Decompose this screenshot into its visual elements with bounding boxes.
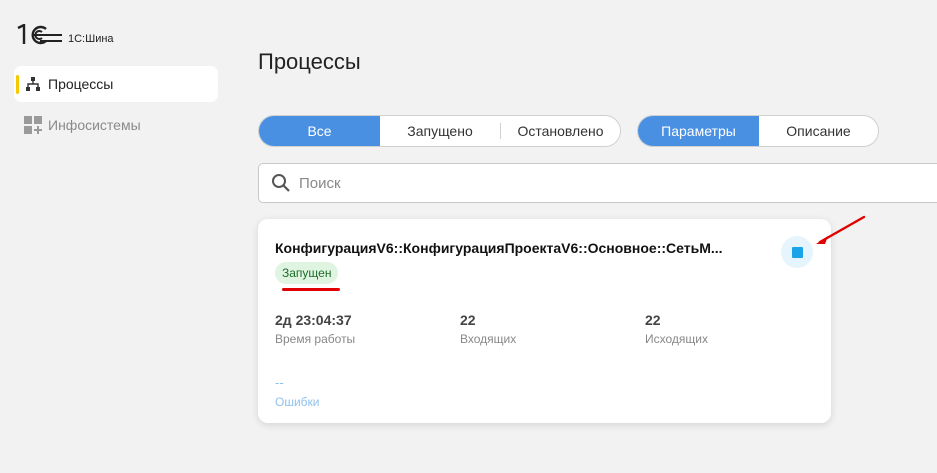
search-box	[258, 163, 937, 203]
process-title: КонфигурацияV6::КонфигурацияПроектаV6::О…	[275, 240, 723, 256]
hierarchy-icon	[22, 73, 44, 95]
grid-plus-icon	[22, 114, 44, 136]
search-input[interactable]	[299, 174, 937, 192]
incoming-value: 22	[460, 312, 476, 328]
outgoing-label: Исходящих	[645, 332, 708, 346]
process-card[interactable]: КонфигурацияV6::КонфигурацияПроектаV6::О…	[258, 219, 831, 423]
sidebar-item-infosystems[interactable]: Инфосистемы	[14, 107, 218, 143]
app-logo: 1С:Шина	[16, 24, 114, 46]
uptime-value: 2д 23:04:37	[275, 312, 352, 328]
1c-logo-icon	[17, 24, 62, 45]
incoming-label: Входящих	[460, 332, 517, 346]
uptime-metric: 2д 23:04:37 Время работы	[275, 312, 355, 346]
sidebar-item-label: Процессы	[48, 76, 114, 92]
uptime-label: Время работы	[275, 332, 356, 346]
outgoing-metric: 22 Исходящих	[645, 312, 708, 346]
filter-running-button[interactable]: Запущено	[380, 116, 500, 146]
tab-description[interactable]: Описание	[759, 116, 878, 146]
annotation-underline	[282, 288, 340, 291]
search-icon	[272, 174, 290, 192]
filter-all-button[interactable]: Все	[259, 116, 380, 146]
sidebar-item-label: Инфосистемы	[48, 117, 141, 133]
page-title: Процессы	[258, 49, 361, 74]
errors-metric[interactable]: -- Ошибки	[275, 375, 320, 409]
stop-icon	[791, 246, 803, 258]
logo-text: 1С:Шина	[68, 33, 114, 45]
sidebar-item-processes[interactable]: Процессы	[14, 66, 218, 102]
outgoing-value: 22	[645, 312, 661, 328]
errors-value: --	[275, 375, 284, 390]
filter-stopped-button[interactable]: Остановлено	[501, 116, 620, 146]
errors-label: Ошибки	[275, 395, 320, 409]
tab-parameters[interactable]: Параметры	[638, 116, 759, 146]
annotation-arrow-icon	[816, 215, 866, 244]
status-filter: Все Запущено Остановлено	[258, 115, 621, 147]
view-switcher: Параметры Описание	[637, 115, 879, 147]
status-badge: Запущен	[275, 262, 339, 284]
incoming-metric: 22 Входящих	[460, 312, 516, 346]
